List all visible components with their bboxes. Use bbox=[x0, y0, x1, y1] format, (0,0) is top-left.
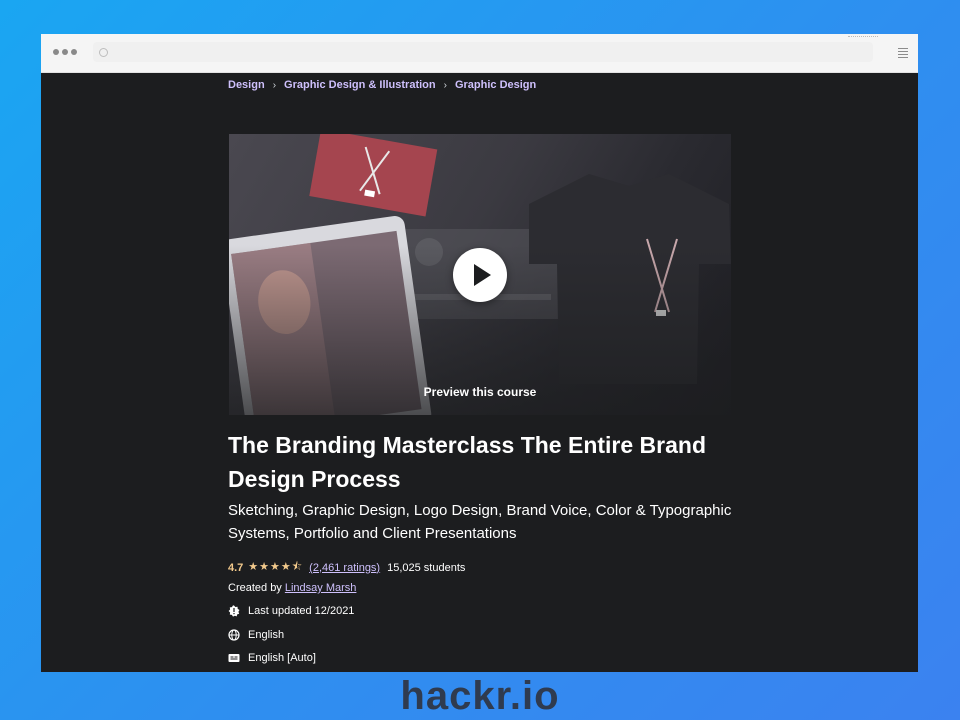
globe-icon bbox=[228, 629, 240, 641]
course-subtitle: Sketching, Graphic Design, Logo Design, … bbox=[228, 502, 732, 542]
last-updated-text: Last updated 12/2021 bbox=[248, 605, 355, 617]
hackr-logo: hackr.io bbox=[400, 674, 560, 718]
captions-text: English [Auto] bbox=[248, 652, 316, 664]
toolbar-divider bbox=[848, 36, 878, 38]
play-icon bbox=[474, 264, 491, 286]
preview-label[interactable]: Preview this course bbox=[229, 385, 731, 399]
breadcrumb-item-design[interactable]: Design bbox=[228, 79, 265, 91]
rating-row: 4.7 ★★★★⯪ (2,461 ratings) 15,025 student… bbox=[228, 558, 465, 577]
breadcrumb: Design › Graphic Design & Illustration ›… bbox=[228, 79, 536, 91]
reload-icon[interactable] bbox=[99, 48, 108, 57]
language-text: English bbox=[248, 629, 285, 641]
course-title: The Branding Masterclass The Entire Bran… bbox=[228, 432, 707, 492]
chevron-right-icon: › bbox=[443, 79, 447, 91]
star-rating-icon: ★★★★⯪ bbox=[248, 561, 304, 573]
last-updated: Last updated 12/2021 bbox=[228, 605, 354, 617]
language: English bbox=[228, 629, 284, 641]
browser-toolbar bbox=[41, 34, 918, 73]
menu-icon[interactable] bbox=[898, 48, 908, 58]
created-by-label: Created by bbox=[228, 582, 282, 594]
browser-window: Design › Graphic Design & Illustration ›… bbox=[41, 34, 918, 672]
captions: English [Auto] bbox=[228, 652, 316, 664]
students-count: 15,025 students bbox=[387, 561, 466, 574]
play-button[interactable] bbox=[453, 248, 507, 302]
instructor-link[interactable]: Lindsay Marsh bbox=[285, 582, 357, 594]
window-controls[interactable] bbox=[53, 49, 77, 55]
course-preview[interactable]: Preview this course bbox=[229, 134, 731, 415]
rating-value: 4.7 bbox=[228, 561, 244, 574]
breadcrumb-item-graphic-design-illustration[interactable]: Graphic Design & Illustration bbox=[284, 79, 436, 91]
ratings-count-link[interactable]: (2,461 ratings) bbox=[309, 562, 380, 574]
closed-captions-icon bbox=[228, 652, 240, 664]
breadcrumb-item-graphic-design[interactable]: Graphic Design bbox=[455, 79, 536, 91]
chevron-right-icon: › bbox=[272, 79, 277, 91]
created-by: Created by Lindsay Marsh bbox=[228, 582, 356, 594]
alert-badge-icon bbox=[228, 605, 240, 617]
address-bar[interactable] bbox=[93, 42, 873, 62]
